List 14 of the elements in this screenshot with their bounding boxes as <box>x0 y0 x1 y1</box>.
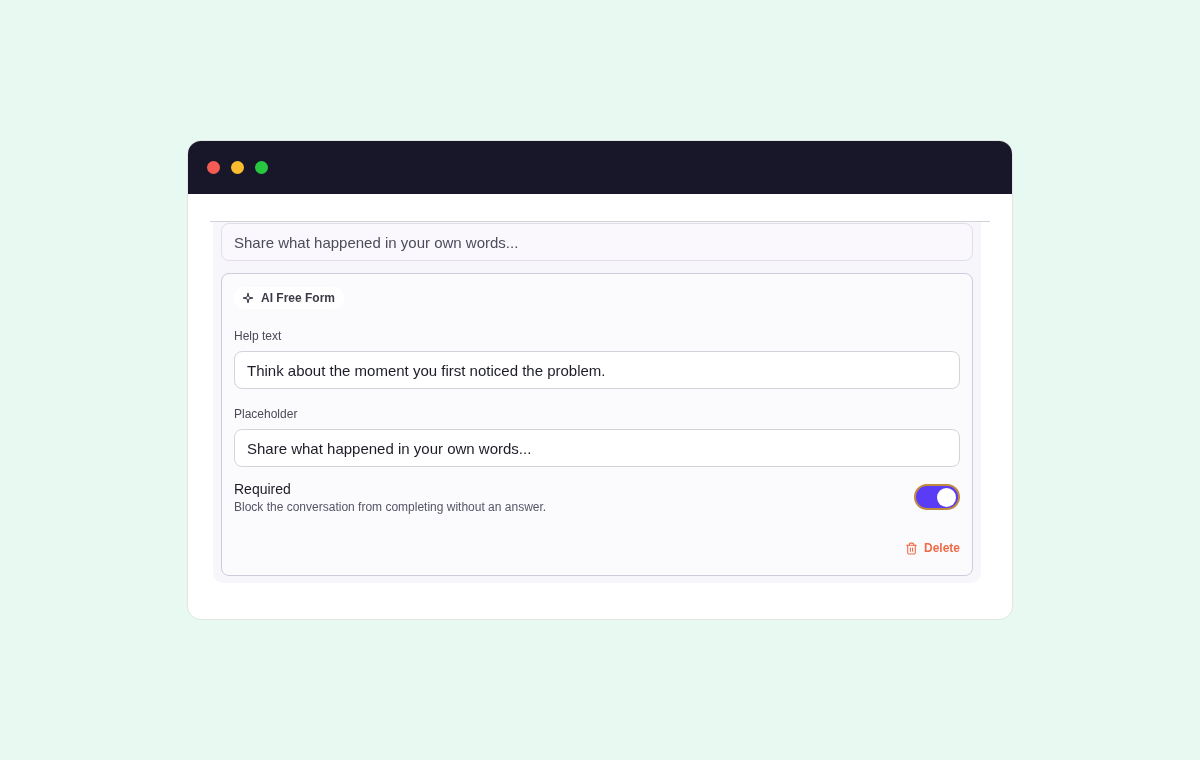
required-toggle[interactable] <box>914 484 960 510</box>
answer-preview-field[interactable]: Share what happened in your own words... <box>221 223 973 261</box>
text-input-field[interactable]: Share what happened in your own words... <box>234 429 960 467</box>
field-label: Placeholder <box>234 406 298 422</box>
text-input-field[interactable]: Think about the moment you first noticed the problem. <box>234 351 960 389</box>
type-badge: AI Free Form <box>234 287 344 309</box>
required-label: Required <box>234 480 291 499</box>
field-label: Help text <box>234 328 282 344</box>
required-description: Block the conversation from completing without an answer. <box>234 499 547 515</box>
sparkle-icon <box>243 293 253 303</box>
trash-icon <box>904 541 918 555</box>
window-control-dot[interactable] <box>207 161 220 174</box>
window-control-dot[interactable] <box>255 161 268 174</box>
window-control-dot[interactable] <box>231 161 244 174</box>
